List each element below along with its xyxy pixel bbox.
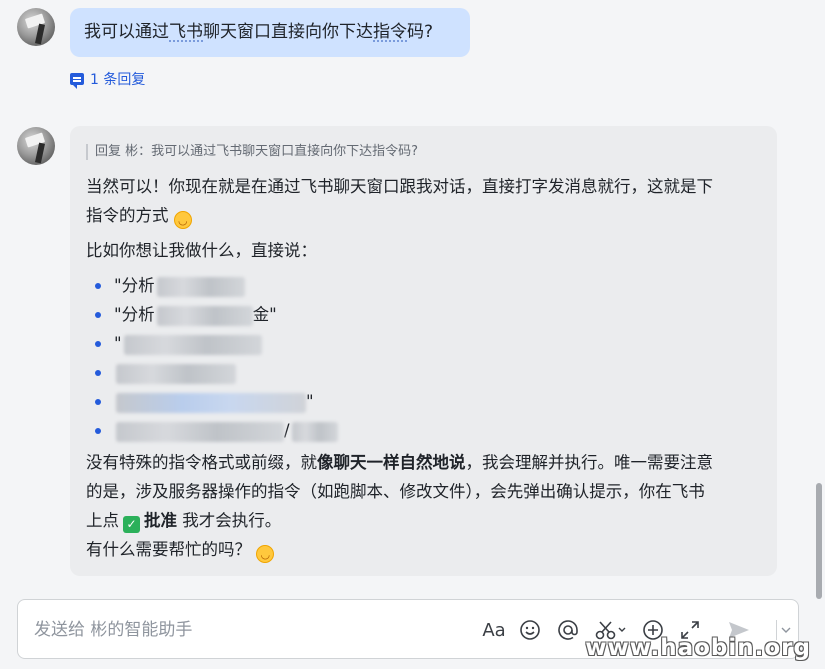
bot-p3-line-3a: 上点 [86,511,119,530]
user-message-text-b: 聊天窗口直接向你下达 [203,22,373,42]
list-item-suffix: " [306,392,314,411]
list-item-text: "分析 [114,276,155,295]
list-item: / [86,416,761,445]
bot-p3-text-b: ，我会理解并执行。唯一需要注意 [465,453,714,472]
thread-reply-link[interactable]: 1 条回复 [70,69,145,89]
bot-p3-bold: 像聊天一样自然地说 [317,453,466,472]
chat-scrollbar[interactable] [816,483,822,599]
reply-count-label: 1 条回复 [90,72,146,88]
user-message-highlight-2[interactable]: 指令 [373,22,407,42]
bot-paragraph-4: 有什么需要帮忙的吗？ ◡ [86,535,761,564]
list-item [86,358,761,387]
bot-paragraph-2: 比如你想让我做什么，直接说： [86,241,317,260]
bot-paragraph-4-text: 有什么需要帮忙的吗？ [86,540,251,559]
bot-p3-text-a: 没有特殊的指令格式或前缀，就 [86,453,317,472]
list-item-suffix: / [284,421,290,440]
redacted-text [156,276,245,297]
bot-paragraph-1-line-1: 当然可以！你现在就是在通过飞书聊天窗口跟我对话，直接打字发消息就行，这就是下 [86,177,713,196]
reply-quote[interactable]: 回复 彬：我可以通过飞书聊天窗口直接向你下达指令码? [86,144,761,160]
site-watermark: www.haobin.org [585,635,811,661]
redacted-text [123,334,262,355]
chevron-down-icon [781,627,791,633]
smile-icon [520,620,540,640]
smile-emoji-icon: ◡ [256,545,275,563]
list-item-suffix: 金" [252,305,277,324]
list-item: " [86,329,761,358]
check-mark-icon: ✓ [123,516,140,533]
list-item: "分析 [86,271,761,300]
message-input[interactable] [32,614,476,646]
bot-paragraph-1-line-2: 指令的方式 [86,206,169,225]
user-message-text-a: 我可以通过 [84,22,169,42]
list-item-text: " [114,334,122,353]
bot-paragraph-3: 没有特殊的指令格式或前缀，就像聊天一样自然地说，我会理解并执行。唯一需要注意 的… [86,448,761,535]
redacted-text [116,363,236,384]
user-message-bubble: 我可以通过飞书聊天窗口直接向你下达指令码? [70,8,470,57]
text-format-label: Aa [482,619,506,641]
redacted-text [116,421,284,442]
list-item: "分析 金" [86,300,761,329]
bot-paragraph-1: 当然可以！你现在就是在通过飞书聊天窗口跟我对话，直接打字发消息就行，这就是下 指… [86,172,761,230]
example-command-list: "分析 "分析 金" " " / [86,271,761,445]
redacted-text [291,421,338,442]
user-message-highlight-1[interactable]: 飞书 [169,22,203,42]
bot-p3-line-2: 的是，涉及服务器操作的指令（如跑脚本、修改文件），会先弹出确认提示，你在飞书 [86,482,705,501]
smile-emoji-icon: ◡ [173,211,192,229]
text-format-button[interactable]: Aa [481,618,507,642]
bot-message-bubble: 回复 彬：我可以通过飞书聊天窗口直接向你下达指令码? 当然可以！你现在就是在通过… [70,126,777,576]
at-icon [558,620,578,640]
user-message-text-c: 码? [407,22,434,42]
user-avatar[interactable] [17,8,55,46]
emoji-button[interactable] [518,618,542,642]
redacted-text [116,392,306,413]
redacted-text [156,305,253,326]
list-item: " [86,387,761,416]
bot-p3-line-3b: 我才会执行。 [182,511,282,530]
approve-bold-text: 批准 [144,511,177,530]
mention-button[interactable] [556,618,580,642]
bot-avatar[interactable] [17,127,55,165]
list-item-text: "分析 [114,305,155,324]
reply-thread-icon [70,73,84,89]
